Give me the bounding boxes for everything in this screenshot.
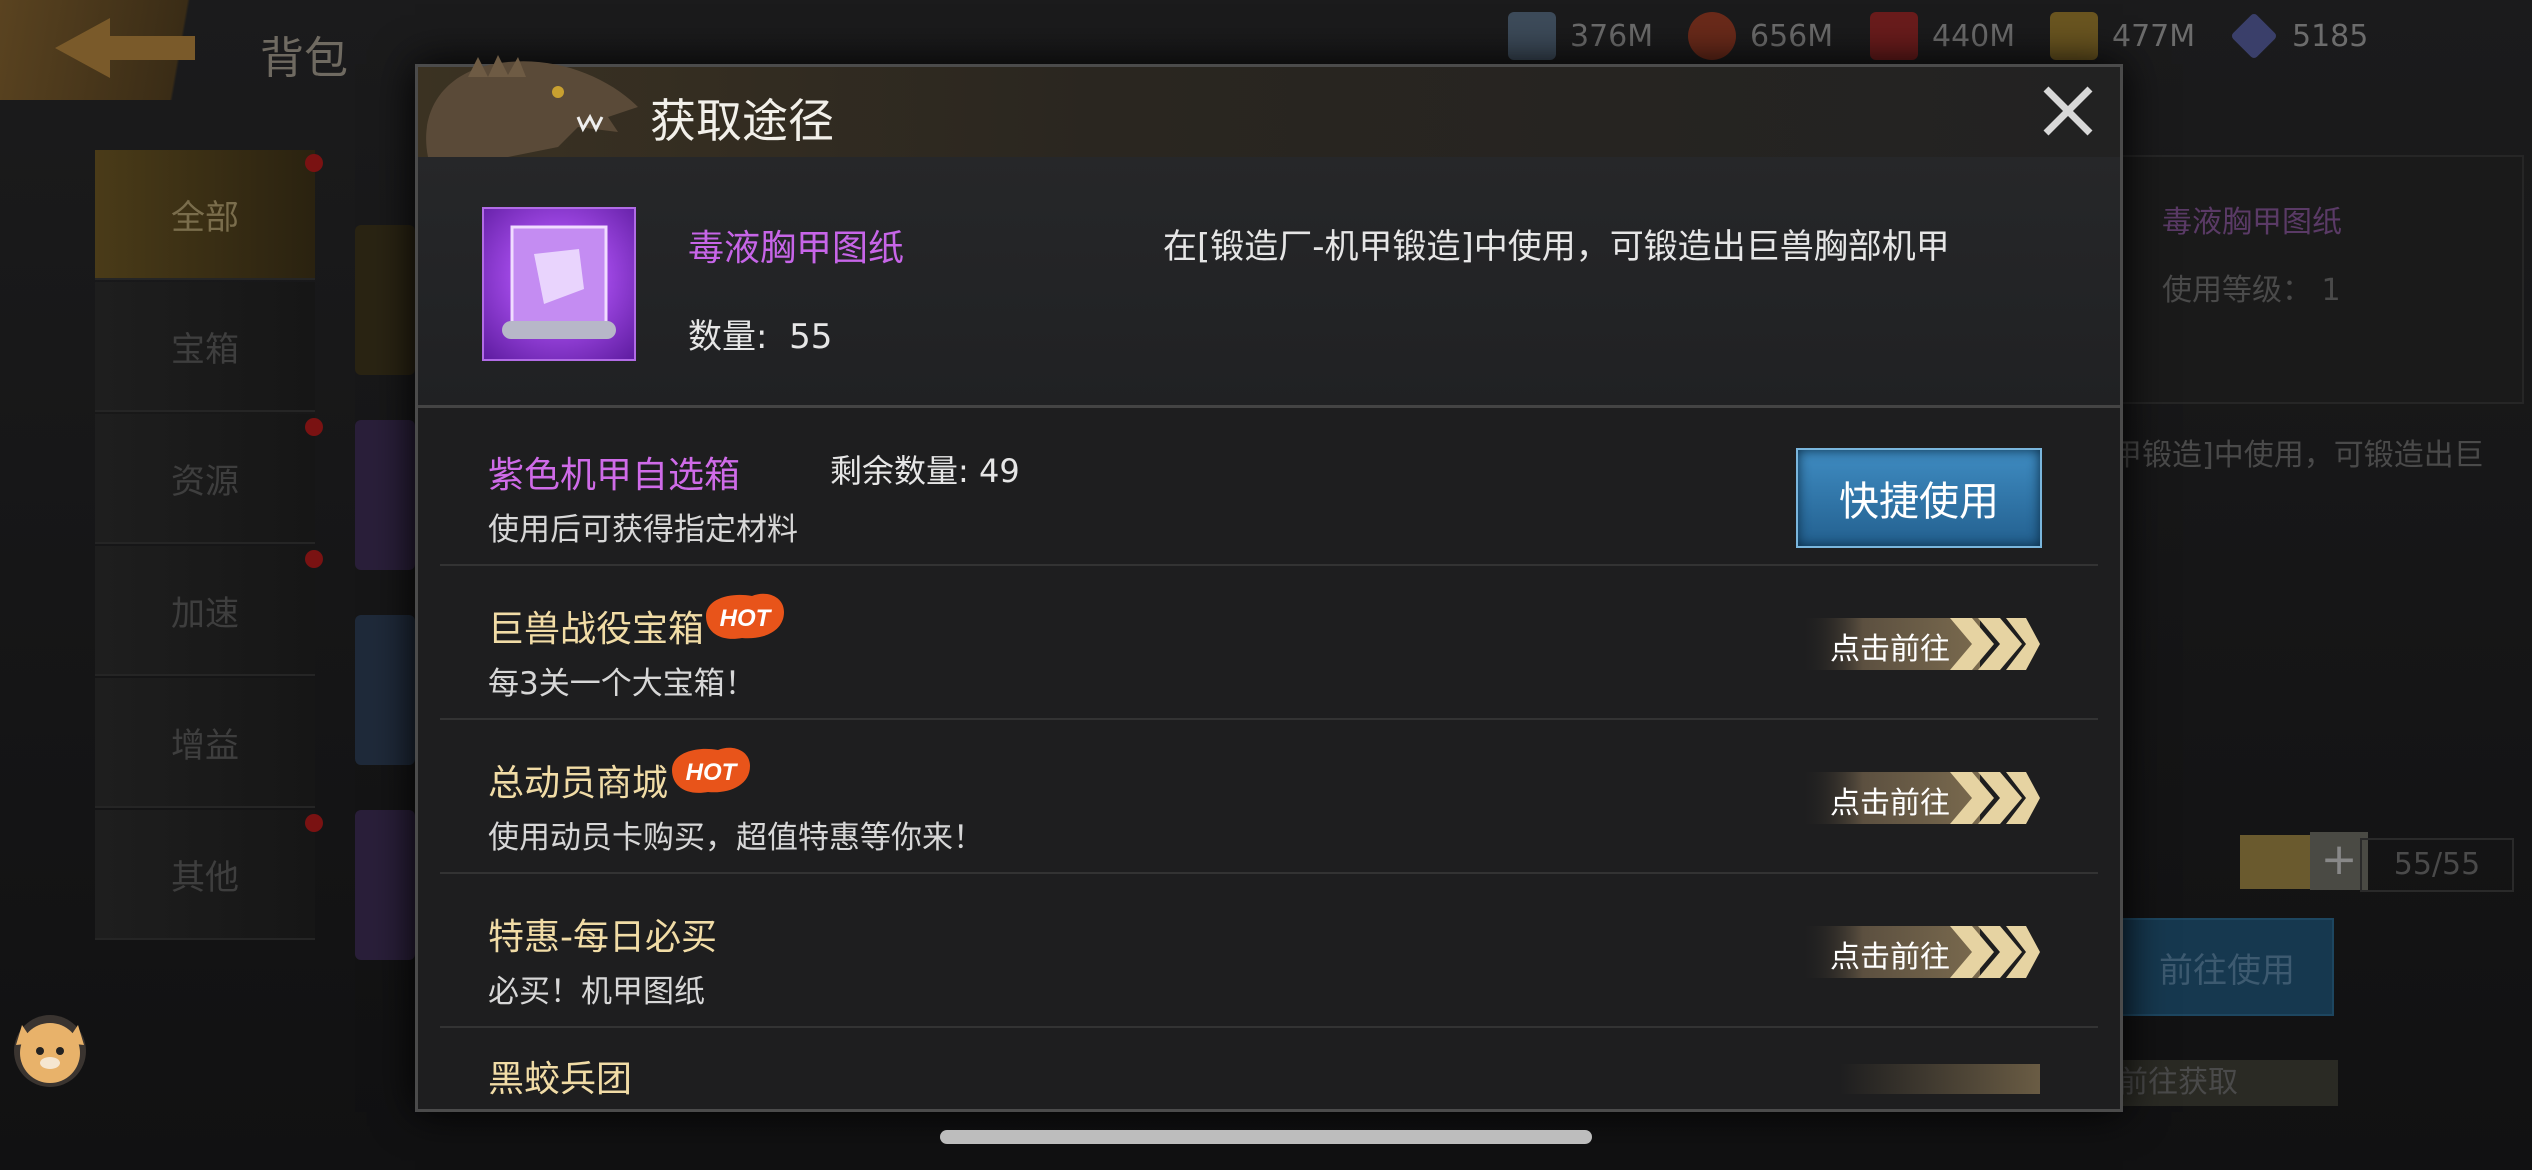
tab-all[interactable]: 全部 [95, 150, 323, 280]
item-name: 毒液胸甲图纸 [688, 228, 905, 269]
go-button[interactable]: 点击前往 [1800, 768, 2040, 828]
resource-gold: 477M [2050, 6, 2195, 66]
item-description: 在[锻造厂-机甲锻造]中使用，可锻造出巨兽胸部机甲 [1163, 227, 1950, 267]
tab-chest[interactable]: 宝箱 [95, 282, 315, 412]
item-info-panel: 毒液胸甲图纸 在[锻造厂-机甲锻造]中使用，可锻造出巨兽胸部机甲 数量: 55 [418, 157, 2120, 408]
steel-icon [1508, 12, 1556, 60]
notification-dot [305, 550, 323, 568]
hot-badge-icon: HOT [672, 747, 750, 793]
resource-oil: 440M [1870, 6, 2015, 66]
svg-text:HOT: HOT [686, 759, 739, 786]
hot-badge-icon: HOT [706, 593, 784, 639]
obtain-path-dialog: 获取途径 毒液胸甲图纸 在[锻造厂-机甲锻造]中使用，可锻造出巨兽胸部机甲 数量… [415, 55, 2123, 1112]
list-item: 总动员商城 HOT 使用动员卡购买，超值特惠等你来！ 点击前往 [440, 720, 2098, 874]
food-icon [1688, 12, 1736, 60]
source-list[interactable]: 紫色机甲自选箱 剩余数量: 49 使用后可获得指定材料 快捷使用 巨兽战役宝箱 … [440, 412, 2098, 1102]
oil-icon [1870, 12, 1918, 60]
notification-dot [305, 154, 323, 172]
notification-dot [305, 418, 323, 436]
go-button[interactable]: 点击前往 [1800, 614, 2040, 674]
notification-dot [305, 814, 323, 832]
tab-boost[interactable]: 增益 [95, 678, 315, 808]
item-quantity: 数量: 55 [688, 317, 833, 357]
dialog-title: 获取途径 [650, 94, 834, 148]
back-arrow-icon [55, 18, 195, 78]
svg-text:HOT: HOT [720, 605, 773, 632]
slider-count: 55/55 [2360, 838, 2514, 892]
inventory-slot[interactable] [355, 225, 415, 375]
scroll-icon [502, 225, 616, 339]
inventory-slot[interactable] [355, 810, 415, 960]
bag-title: 背包 [260, 33, 348, 84]
resource-steel: 376M [1508, 6, 1653, 66]
inventory-slot[interactable] [355, 420, 415, 570]
quick-use-button[interactable]: 快捷使用 [1796, 448, 2042, 548]
dialog-header: 获取途径 [418, 55, 2120, 159]
home-indicator[interactable] [940, 1130, 1592, 1144]
close-icon[interactable] [2038, 81, 2098, 141]
inventory-slot[interactable] [355, 615, 415, 765]
go-button[interactable] [1840, 1064, 2040, 1094]
diamond-icon [2230, 12, 2278, 60]
list-item: 紫色机甲自选箱 剩余数量: 49 使用后可获得指定材料 快捷使用 [440, 412, 2098, 566]
blueprint-item-icon [482, 207, 636, 361]
list-item: 特惠-每日必买 必买！机甲图纸 点击前往 [440, 874, 2098, 1028]
use-button[interactable]: 前往使用 [2120, 918, 2334, 1016]
go-button[interactable]: 点击前往 [1800, 922, 2040, 982]
dinosaur-head-icon [426, 55, 638, 157]
remaining-count: 剩余数量: 49 [830, 452, 1020, 490]
tab-speedup[interactable]: 加速 [95, 546, 323, 676]
tab-resources[interactable]: 资源 [95, 414, 323, 544]
list-item: 巨兽战役宝箱 HOT 每3关一个大宝箱！ 点击前往 [440, 566, 2098, 720]
resource-food: 656M [1688, 6, 1833, 66]
gold-bar-icon [2050, 12, 2098, 60]
obtain-button[interactable]: 前往获取 [2118, 1060, 2338, 1106]
tab-other[interactable]: 其他 [95, 810, 323, 940]
item-detail-panel: 毒液胸甲图纸 使用等级： 1 [2120, 155, 2524, 404]
resource-diamond: 5185 [2230, 6, 2368, 66]
detail-level: 使用等级： 1 [2162, 273, 2341, 308]
list-item: 黑蛟兵团 [440, 1028, 2098, 1102]
cat-assistant-icon[interactable] [8, 1003, 92, 1089]
back-button[interactable] [0, 0, 250, 100]
